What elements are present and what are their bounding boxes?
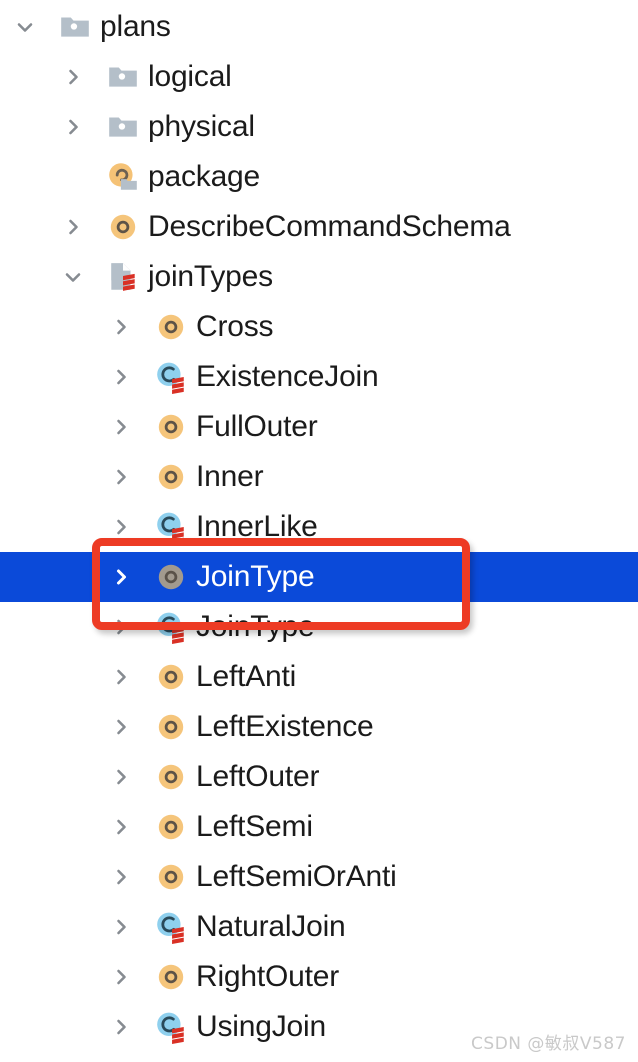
tree-row[interactable]: InnerLike bbox=[0, 502, 638, 552]
tree-row[interactable]: LeftSemiOrAnti bbox=[0, 852, 638, 902]
tree-row-label: LeftExistence bbox=[196, 710, 374, 743]
class-icon bbox=[154, 510, 188, 544]
chevron-right-icon[interactable] bbox=[108, 714, 134, 740]
tree-row-label: plans bbox=[100, 10, 171, 43]
tree-row[interactable]: NaturalJoin bbox=[0, 902, 638, 952]
tree-row[interactable]: plans bbox=[0, 2, 638, 52]
chevron-right-icon[interactable] bbox=[60, 214, 86, 240]
tree-row[interactable]: LeftExistence bbox=[0, 702, 638, 752]
tree-row[interactable]: Cross bbox=[0, 302, 638, 352]
tree-row[interactable]: JoinType bbox=[0, 602, 638, 652]
chevron-right-icon[interactable] bbox=[108, 664, 134, 690]
tree-row[interactable]: LeftSemi bbox=[0, 802, 638, 852]
tree-row[interactable]: RightOuter bbox=[0, 952, 638, 1002]
chevron-right-icon[interactable] bbox=[108, 414, 134, 440]
chevron-right-icon[interactable] bbox=[108, 964, 134, 990]
tree-row[interactable]: ExistenceJoin bbox=[0, 352, 638, 402]
folder-icon bbox=[106, 110, 140, 144]
class-icon bbox=[154, 910, 188, 944]
tree-row[interactable]: logical bbox=[0, 52, 638, 102]
chevron-right-icon[interactable] bbox=[108, 864, 134, 890]
tree-row-label: UsingJoin bbox=[196, 1010, 326, 1043]
chevron-right-icon[interactable] bbox=[108, 514, 134, 540]
chevron-right-icon[interactable] bbox=[108, 364, 134, 390]
folder-icon bbox=[106, 60, 140, 94]
object-icon bbox=[154, 560, 188, 594]
tree-row-label: FullOuter bbox=[196, 410, 318, 443]
tree-row-label: ExistenceJoin bbox=[196, 360, 379, 393]
object-icon bbox=[154, 810, 188, 844]
chevron-right-icon[interactable] bbox=[108, 764, 134, 790]
object-icon bbox=[106, 210, 140, 244]
object-icon bbox=[154, 460, 188, 494]
tree-row[interactable]: Inner bbox=[0, 452, 638, 502]
tree-row-label: NaturalJoin bbox=[196, 910, 346, 943]
object-icon bbox=[154, 860, 188, 894]
tree-row-label: joinTypes bbox=[148, 260, 273, 293]
chevron-right-icon[interactable] bbox=[108, 614, 134, 640]
tree-row-label: logical bbox=[148, 60, 232, 93]
tree-row-label: LeftOuter bbox=[196, 760, 320, 793]
tree-row-label: physical bbox=[148, 110, 255, 143]
scala-file-icon bbox=[106, 260, 140, 294]
object-icon bbox=[154, 760, 188, 794]
tree-row-label: DescribeCommandSchema bbox=[148, 210, 511, 243]
folder-icon bbox=[58, 10, 92, 44]
chevron-right-icon[interactable] bbox=[60, 114, 86, 140]
chevron-right-icon[interactable] bbox=[108, 464, 134, 490]
tree-row-label: RightOuter bbox=[196, 960, 340, 993]
chevron-down-icon[interactable] bbox=[12, 14, 38, 40]
object-icon bbox=[154, 710, 188, 744]
tree-row-label: InnerLike bbox=[196, 510, 318, 543]
tree-row-label: LeftSemiOrAnti bbox=[196, 860, 397, 893]
chevron-right-icon[interactable] bbox=[108, 814, 134, 840]
tree-row[interactable]: DescribeCommandSchema bbox=[0, 202, 638, 252]
tree-row[interactable]: joinTypes bbox=[0, 252, 638, 302]
tree-row[interactable]: JoinType bbox=[0, 552, 638, 602]
object-icon bbox=[154, 660, 188, 694]
tree-row[interactable]: LeftOuter bbox=[0, 752, 638, 802]
object-icon bbox=[154, 960, 188, 994]
tree-row-label: LeftAnti bbox=[196, 660, 297, 693]
object-icon bbox=[154, 310, 188, 344]
tree-row-label: JoinType bbox=[196, 610, 315, 643]
chevron-right-icon[interactable] bbox=[108, 1014, 134, 1040]
class-icon bbox=[154, 1010, 188, 1044]
tree-row-label: Inner bbox=[196, 460, 264, 493]
tree-row-label: JoinType bbox=[196, 560, 315, 593]
object-icon bbox=[154, 410, 188, 444]
class-icon bbox=[154, 360, 188, 394]
tree-row-label: package bbox=[148, 160, 261, 193]
class-icon bbox=[154, 610, 188, 644]
chevron-right-icon[interactable] bbox=[60, 64, 86, 90]
chevron-right-icon[interactable] bbox=[108, 314, 134, 340]
tree-row-label: LeftSemi bbox=[196, 810, 313, 843]
tree-row[interactable]: physical bbox=[0, 102, 638, 152]
chevron-down-icon[interactable] bbox=[60, 264, 86, 290]
chevron-right-icon[interactable] bbox=[108, 914, 134, 940]
tree-row[interactable]: LeftAnti bbox=[0, 652, 638, 702]
chevron-right-icon[interactable] bbox=[108, 564, 134, 590]
csdn-watermark: CSDN @敏叔V587 bbox=[471, 1034, 626, 1054]
tree-row-label: Cross bbox=[196, 310, 274, 343]
tree-row[interactable]: package bbox=[0, 152, 638, 202]
tree-row[interactable]: FullOuter bbox=[0, 402, 638, 452]
project-tree[interactable]: plans logical physical package DescribeComma… bbox=[0, 0, 638, 1062]
package-icon bbox=[106, 160, 140, 194]
